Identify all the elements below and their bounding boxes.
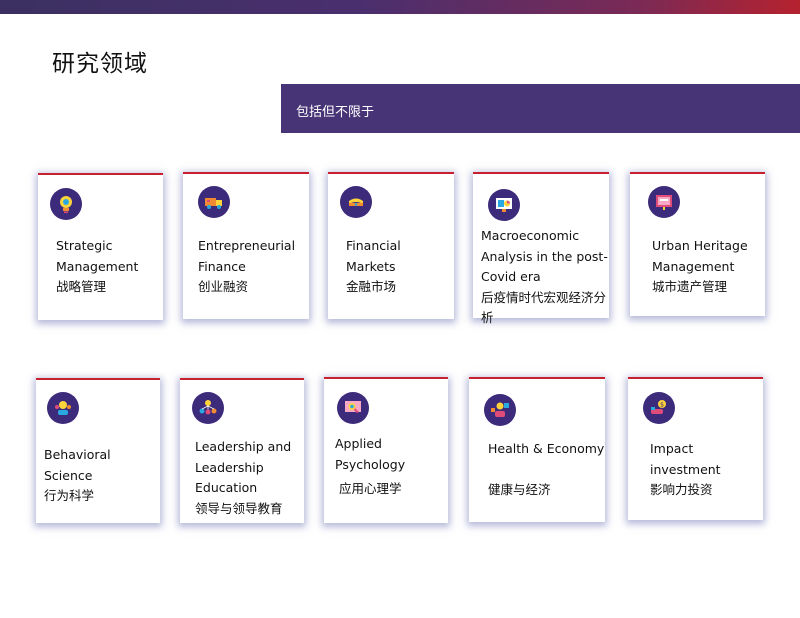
- card-entrepreneurial-finance[interactable]: Entrepreneurial Finance 创业融资: [183, 172, 309, 319]
- card-text: Applied Psychology 应用心理学: [335, 434, 448, 500]
- card-title-line: Health & Economy: [488, 441, 605, 456]
- card-title-line: Management: [56, 258, 139, 274]
- analysis-screen-icon: [337, 392, 369, 424]
- svg-text:$: $: [660, 402, 664, 409]
- top-gradient-bar: [0, 0, 800, 14]
- card-title-line: Education: [195, 480, 258, 495]
- health-person-icon: [484, 394, 516, 426]
- card-applied-psychology[interactable]: Applied Psychology 应用心理学: [324, 377, 448, 523]
- subtitle-banner: 包括但不限于: [281, 84, 800, 133]
- card-text: Impact investment 影响力投资: [650, 439, 721, 501]
- card-title-line: Finance: [198, 258, 246, 274]
- card-title-line: Leadership: [195, 459, 264, 475]
- card-macroeconomic-analysis[interactable]: Macroeconomic Analysis in the post- Covi…: [473, 172, 609, 325]
- card-text: Strategic Management 战略管理: [56, 236, 138, 298]
- card-text: Leadership and Leadership Education 领导与领…: [195, 437, 291, 519]
- card-title-cn: 应用心理学: [339, 481, 402, 496]
- card-title-line: Impact: [650, 441, 694, 456]
- card-text: Financial Markets 金融市场: [346, 236, 401, 298]
- presentation-board-icon: [648, 186, 680, 218]
- card-urban-heritage-management[interactable]: Urban Heritage Management 城市遗产管理: [630, 172, 765, 316]
- card-title-cn: 城市遗产管理: [652, 279, 728, 294]
- page-title: 研究领域: [52, 51, 148, 77]
- monitor-chart-icon: [488, 189, 520, 221]
- card-title-cn: 健康与经济: [488, 481, 551, 497]
- card-text: Macroeconomic Analysis in the post- Covi…: [481, 226, 609, 329]
- banner-text: 包括但不限于: [296, 105, 375, 120]
- card-title-cn: 金融市场: [346, 279, 397, 294]
- card-title-line: Behavioral Science: [44, 447, 111, 483]
- coin-hand-icon: $: [643, 392, 675, 424]
- card-title-line: Strategic: [56, 238, 113, 253]
- card-strategic-management[interactable]: Strategic Management 战略管理: [38, 173, 163, 320]
- lightbulb-icon: [50, 188, 82, 220]
- card-title-cn: 创业融资: [198, 279, 249, 294]
- card-impact-investment[interactable]: $ Impact investment 影响力投资: [628, 377, 763, 520]
- card-leadership-education[interactable]: Leadership and Leadership Education 领导与领…: [180, 378, 304, 523]
- delivery-truck-icon: [198, 186, 230, 218]
- card-financial-markets[interactable]: Financial Markets 金融市场: [328, 172, 454, 319]
- card-title-line: Entrepreneurial: [198, 238, 296, 253]
- card-title-line: investment: [650, 461, 721, 477]
- card-text: Urban Heritage Management 城市遗产管理: [652, 236, 748, 298]
- page: 研究领域 包括但不限于 Strategic Management 战略管理 En…: [0, 0, 800, 618]
- card-title-line: Analysis in the post-: [481, 248, 608, 264]
- card-title-cn: 行为科学: [44, 488, 95, 503]
- card-title-line: Markets: [346, 258, 396, 274]
- card-title-line: Financial: [346, 238, 401, 253]
- card-title-cn: 领导与领导教育: [195, 500, 283, 516]
- card-title-line: Leadership and: [195, 439, 292, 454]
- card-title-line: Applied Psychology: [335, 436, 406, 472]
- team-network-icon: [192, 392, 224, 424]
- card-health-economy[interactable]: Health & Economy 健康与经济: [469, 377, 605, 522]
- card-behavioral-science[interactable]: Behavioral Science 行为科学: [36, 378, 160, 523]
- card-title-line: Urban Heritage: [652, 238, 748, 253]
- people-group-icon: [47, 392, 79, 424]
- card-text: Entrepreneurial Finance 创业融资: [198, 236, 295, 298]
- card-title-line: Macroeconomic: [481, 228, 580, 243]
- money-stack-icon: [340, 186, 372, 218]
- card-title-line: Covid era: [481, 269, 541, 284]
- card-title-cn: 战略管理: [56, 279, 107, 294]
- card-title-cn: 后疫情时代宏观经济分析: [481, 289, 607, 326]
- card-title-line: Management: [652, 258, 735, 274]
- card-title-cn: 影响力投资: [650, 482, 713, 497]
- card-text: Health & Economy 健康与经济: [488, 439, 604, 500]
- card-text: Behavioral Science 行为科学: [44, 445, 160, 507]
